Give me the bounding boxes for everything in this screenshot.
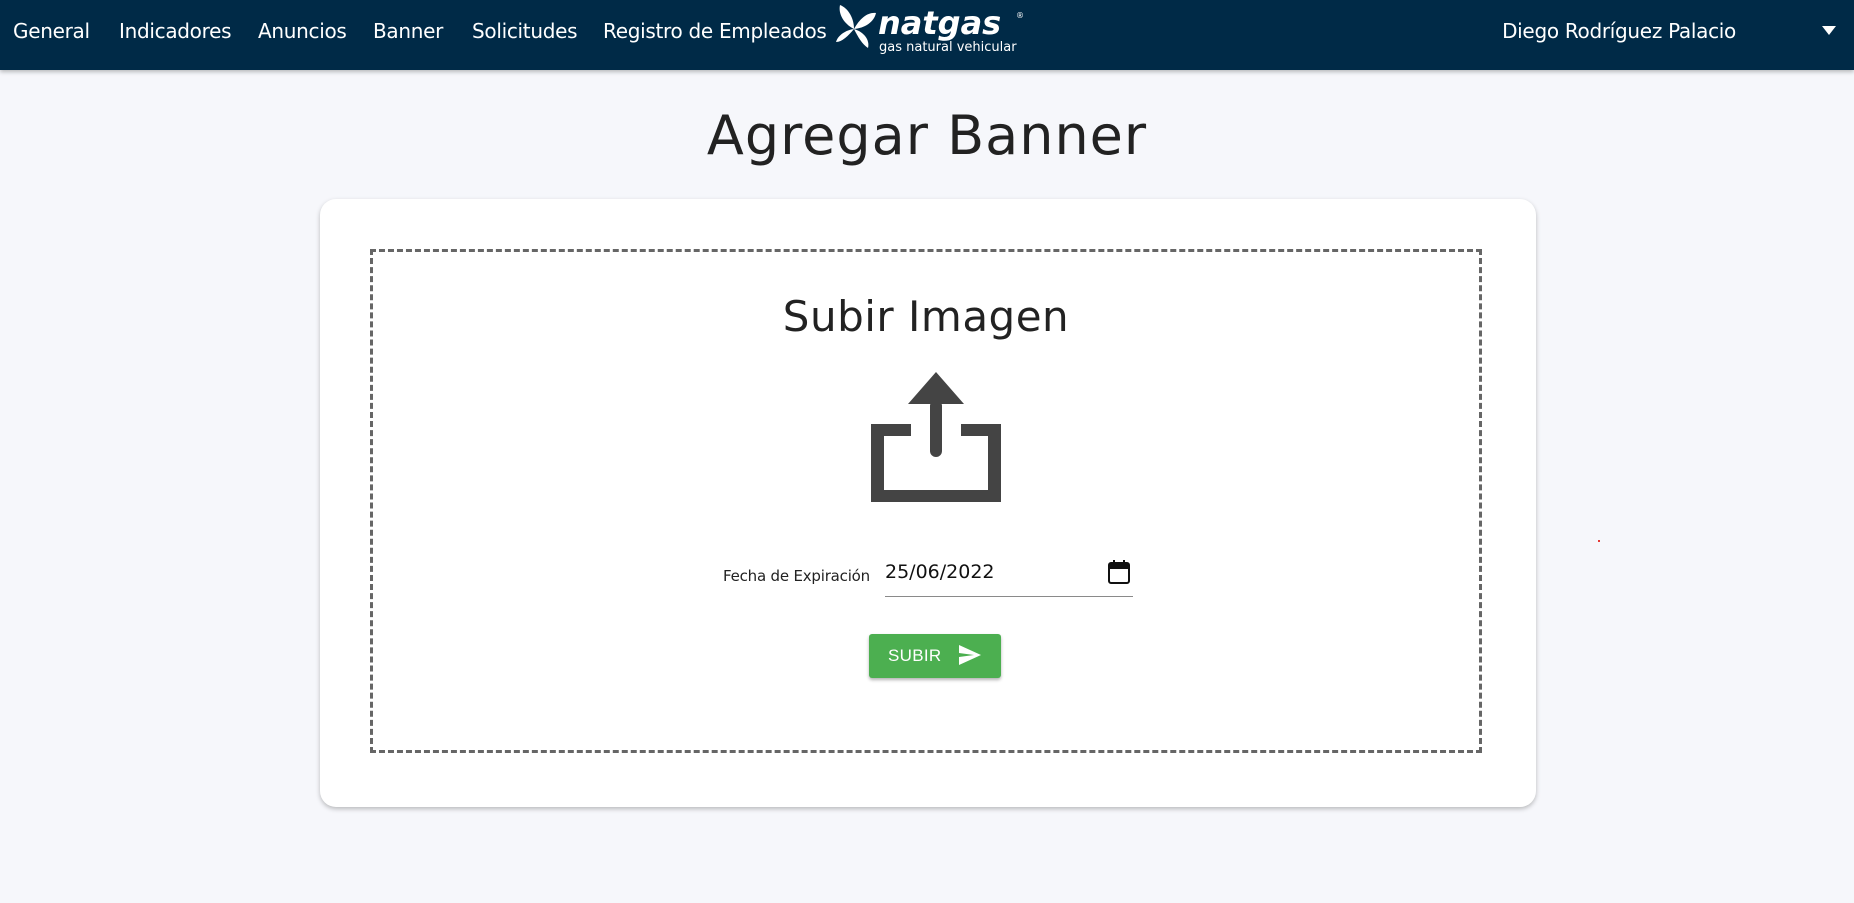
user-name[interactable]: Diego Rodríguez Palacio	[1502, 19, 1736, 43]
image-dropzone[interactable]: Subir Imagen Fecha de Expiración 25/06/2…	[370, 249, 1482, 753]
page-title: Agregar Banner	[706, 104, 1148, 167]
caret-down-icon[interactable]	[1822, 26, 1836, 35]
logo-registered: ®	[1016, 11, 1024, 20]
logo-brand: natgas	[878, 4, 1001, 42]
top-navbar: General Indicadores Anuncios Banner Soli…	[0, 0, 1854, 70]
upload-card: Subir Imagen Fecha de Expiración 25/06/2…	[320, 199, 1536, 807]
expiration-date-value: 25/06/2022	[885, 561, 995, 583]
expiration-date-label: Fecha de Expiración	[723, 567, 870, 585]
natgas-logo[interactable]: natgas ® gas natural vehicular	[834, 2, 1024, 56]
nav-link-indicadores[interactable]: Indicadores	[119, 19, 232, 43]
nav-link-banner[interactable]: Banner	[373, 19, 443, 43]
natgas-leaf-icon	[836, 5, 876, 48]
calendar-icon[interactable]	[1108, 560, 1130, 584]
expiration-date-input[interactable]: 25/06/2022	[885, 552, 1133, 597]
nav-link-anuncios[interactable]: Anuncios	[258, 19, 347, 43]
submit-label: SUBIR	[888, 646, 942, 665]
nav-link-general[interactable]: General	[13, 19, 90, 43]
nav-link-solicitudes[interactable]: Solicitudes	[472, 19, 578, 43]
logo-tagline: gas natural vehicular	[879, 40, 1017, 55]
nav-link-registro-empleados[interactable]: Registro de Empleados	[603, 19, 827, 43]
upload-icon	[871, 372, 1001, 502]
submit-button[interactable]: SUBIR	[869, 634, 1001, 678]
upload-title: Subir Imagen	[782, 292, 1070, 341]
send-icon	[959, 645, 981, 665]
stray-marker	[1598, 540, 1600, 542]
